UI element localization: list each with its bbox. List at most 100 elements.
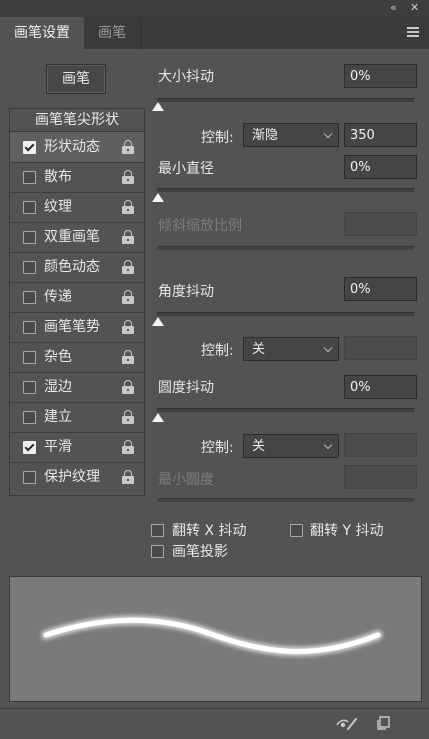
chevron-down-icon <box>323 440 333 450</box>
tilt-scale-field <box>344 212 417 236</box>
min-diameter-slider-track[interactable] <box>157 188 414 192</box>
checkbox[interactable] <box>23 171 36 184</box>
list-item-label: 双重画笔 <box>44 229 100 245</box>
checkbox[interactable] <box>23 291 36 304</box>
list-item-transfer[interactable]: 传递 <box>10 282 144 313</box>
list-item-protect-texture[interactable]: 保护纹理 <box>10 462 144 492</box>
min-diameter-field[interactable]: 0% <box>344 155 417 179</box>
lock-icon[interactable] <box>122 380 134 394</box>
eye-brush-icon[interactable] <box>336 717 358 731</box>
list-item-dual-brush[interactable]: 双重画笔 <box>10 222 144 253</box>
brush-tip-shape-item[interactable]: 画笔笔尖形状 <box>10 109 144 132</box>
lock-icon[interactable] <box>122 410 134 424</box>
angle-jitter-label: 角度抖动 <box>158 284 214 300</box>
checkbox[interactable] <box>23 411 36 424</box>
lock-icon[interactable] <box>122 260 134 274</box>
list-item-label: 传递 <box>44 289 72 305</box>
flip-x-checkbox[interactable] <box>151 524 164 537</box>
flip-y-checkbox[interactable] <box>290 524 303 537</box>
lock-icon[interactable] <box>122 200 134 214</box>
size-jitter-slider-thumb[interactable] <box>152 102 164 111</box>
close-icon[interactable]: ✕ <box>410 1 419 14</box>
lock-icon[interactable] <box>122 290 134 304</box>
chevron-down-icon <box>323 343 333 353</box>
size-jitter-label: 大小抖动 <box>158 69 214 85</box>
checkbox[interactable] <box>23 351 36 364</box>
lock-icon[interactable] <box>122 440 134 454</box>
tab-brushes[interactable]: 画笔 <box>84 17 141 49</box>
control-label: 控制: <box>201 440 234 456</box>
list-item-label: 杂色 <box>44 349 72 365</box>
min-diameter-label: 最小直径 <box>158 161 214 177</box>
roundness-control-select[interactable]: 关 <box>243 434 339 458</box>
angle-jitter-slider-thumb[interactable] <box>152 317 164 326</box>
double-chevron-left-icon[interactable]: « <box>390 1 397 14</box>
list-item-shape-dynamics[interactable]: 形状动态 <box>10 132 144 163</box>
panel-footer <box>0 708 429 739</box>
brush-projection-checkbox[interactable] <box>151 545 164 558</box>
lock-icon[interactable] <box>122 140 134 154</box>
list-item-label: 保护纹理 <box>44 469 100 485</box>
roundness-jitter-slider-thumb[interactable] <box>152 413 164 422</box>
min-roundness-field <box>344 465 417 489</box>
min-roundness-label: 最小圆度 <box>158 472 214 488</box>
angle-control-select[interactable]: 关 <box>243 337 339 361</box>
list-item-wet-edges[interactable]: 湿边 <box>10 372 144 403</box>
list-item-texture[interactable]: 纹理 <box>10 192 144 223</box>
list-item-scattering[interactable]: 散布 <box>10 162 144 193</box>
list-item-label: 形状动态 <box>44 139 100 155</box>
flip-x-label[interactable]: 翻转 X 抖动 <box>172 520 247 540</box>
min-roundness-slider-track <box>157 498 414 502</box>
brush-projection-label[interactable]: 画笔投影 <box>172 541 228 561</box>
lock-icon[interactable] <box>122 170 134 184</box>
lock-icon[interactable] <box>122 350 134 364</box>
angle-jitter-field[interactable]: 0% <box>344 277 417 301</box>
size-control-select[interactable]: 渐隐 <box>243 123 339 147</box>
size-jitter-field[interactable]: 0% <box>344 64 417 88</box>
roundness-control-extra-field <box>344 433 417 457</box>
checkbox[interactable] <box>23 231 36 244</box>
list-item-smoothing[interactable]: 平滑 <box>10 432 144 463</box>
list-item-label: 建立 <box>44 409 72 425</box>
list-item-noise[interactable]: 杂色 <box>10 342 144 373</box>
checkbox[interactable] <box>23 441 36 454</box>
chevron-down-icon <box>323 129 333 139</box>
roundness-jitter-slider-track[interactable] <box>157 408 414 412</box>
panel-top-bar: « ✕ <box>0 0 429 17</box>
checkbox[interactable] <box>23 201 36 214</box>
angle-control-extra-field <box>344 336 417 360</box>
new-preset-icon[interactable] <box>377 716 391 730</box>
list-item-label: 纹理 <box>44 199 72 215</box>
list-item-build-up[interactable]: 建立 <box>10 402 144 433</box>
list-item-label: 平滑 <box>44 439 72 455</box>
control-label: 控制: <box>201 343 234 359</box>
checkbox[interactable] <box>23 381 36 394</box>
checkbox[interactable] <box>23 471 36 484</box>
lock-icon[interactable] <box>122 320 134 334</box>
fade-steps-field[interactable]: 350 <box>344 123 417 147</box>
checkbox[interactable] <box>23 261 36 274</box>
lock-icon[interactable] <box>122 470 134 484</box>
tab-bar: 画笔设置 画笔 <box>0 17 429 49</box>
list-item-brush-pose[interactable]: 画笔笔势 <box>10 312 144 343</box>
brush-settings-list: 画笔笔尖形状 形状动态 散布 纹理 双重画笔 颜色动态 传递 画笔笔势 杂色 湿… <box>9 108 145 496</box>
list-item-color-dynamics[interactable]: 颜色动态 <box>10 252 144 283</box>
roundness-jitter-field[interactable]: 0% <box>344 375 417 399</box>
control-label: 控制: <box>201 130 234 146</box>
select-value: 关 <box>252 439 266 454</box>
list-item-label: 画笔笔势 <box>44 319 100 335</box>
tilt-scale-slider-track <box>157 246 414 250</box>
brush-presets-button[interactable]: 画笔 <box>46 64 106 94</box>
lock-icon[interactable] <box>122 230 134 244</box>
size-jitter-slider-track[interactable] <box>157 98 414 102</box>
roundness-jitter-label: 圆度抖动 <box>158 380 214 396</box>
hamburger-menu-icon[interactable] <box>407 27 419 39</box>
checkbox[interactable] <box>23 141 36 154</box>
checkbox[interactable] <box>23 321 36 334</box>
angle-jitter-slider-track[interactable] <box>157 312 414 316</box>
brush-stroke-preview <box>9 576 422 702</box>
flip-y-label[interactable]: 翻转 Y 抖动 <box>310 520 383 540</box>
list-item-label: 颜色动态 <box>44 259 100 275</box>
tab-brush-settings[interactable]: 画笔设置 <box>0 17 84 49</box>
min-diameter-slider-thumb[interactable] <box>152 193 164 202</box>
